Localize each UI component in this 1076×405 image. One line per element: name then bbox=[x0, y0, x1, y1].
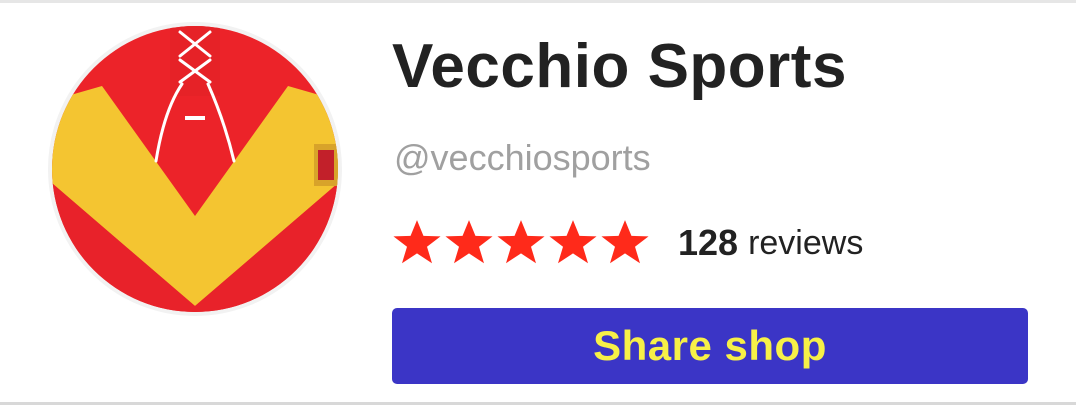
top-divider bbox=[0, 0, 1076, 3]
review-label[interactable]: reviews bbox=[748, 224, 863, 263]
crest-emblem bbox=[314, 144, 338, 186]
jersey-image bbox=[52, 26, 338, 312]
shop-handle: @vecchiosports bbox=[394, 137, 651, 178]
star-icon bbox=[600, 219, 650, 267]
star-icon bbox=[496, 219, 546, 267]
share-shop-button[interactable]: Share shop bbox=[392, 308, 1028, 384]
star-icon bbox=[548, 219, 598, 267]
shop-avatar[interactable] bbox=[48, 22, 342, 316]
star-icon bbox=[392, 219, 442, 267]
rating-row: 128 reviews bbox=[392, 218, 863, 268]
review-count[interactable]: 128 bbox=[678, 222, 738, 264]
star-icon bbox=[444, 219, 494, 267]
shop-name: Vecchio Sports bbox=[392, 32, 847, 101]
star-rating bbox=[392, 219, 650, 267]
